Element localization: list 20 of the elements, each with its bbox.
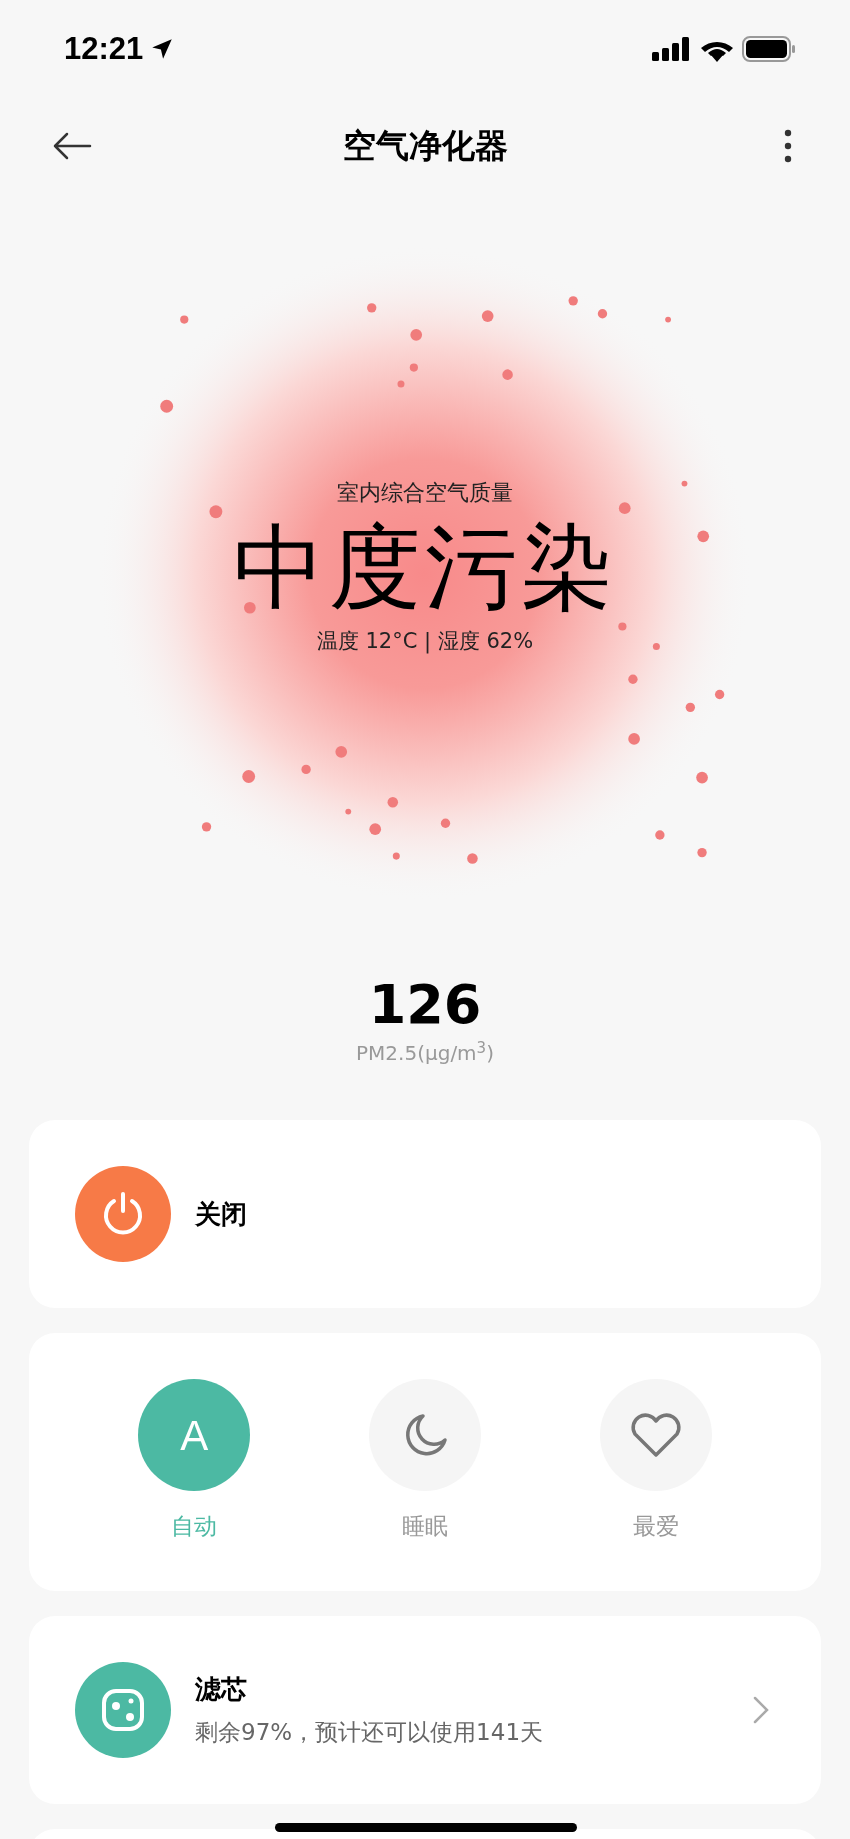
- power-label: 关闭: [195, 1197, 247, 1231]
- page-title: 空气净化器: [342, 125, 508, 168]
- filter-card[interactable]: 滤芯 剩余97%，预计还可以使用141天: [29, 1616, 821, 1804]
- pm25-value: 126: [368, 974, 482, 1036]
- mode-label: 睡眠: [402, 1512, 448, 1541]
- mode-label: 自动: [171, 1512, 218, 1541]
- chevron-right-icon: [753, 1696, 769, 1724]
- climate-reading: 温度 12°C | 湿度 62%: [316, 628, 534, 656]
- filter-title: 滤芯: [195, 1673, 248, 1706]
- more-icon: [784, 129, 792, 163]
- heart-icon: [628, 1411, 683, 1459]
- status-time: 12:21: [64, 29, 144, 68]
- signal-icon: [652, 37, 692, 61]
- filter-detail: 剩余97%，预计还可以使用141天: [195, 1718, 545, 1747]
- back-arrow-icon: [52, 132, 92, 160]
- pm25-unit: PM2.5(μg/m$^{3}$): [356, 1038, 494, 1067]
- air-quality-caption: 室内综合空气质量: [337, 479, 513, 507]
- mode-label: 最爱: [632, 1512, 679, 1541]
- battery-icon: [742, 36, 796, 62]
- air-quality-level: 中度污染: [233, 514, 617, 622]
